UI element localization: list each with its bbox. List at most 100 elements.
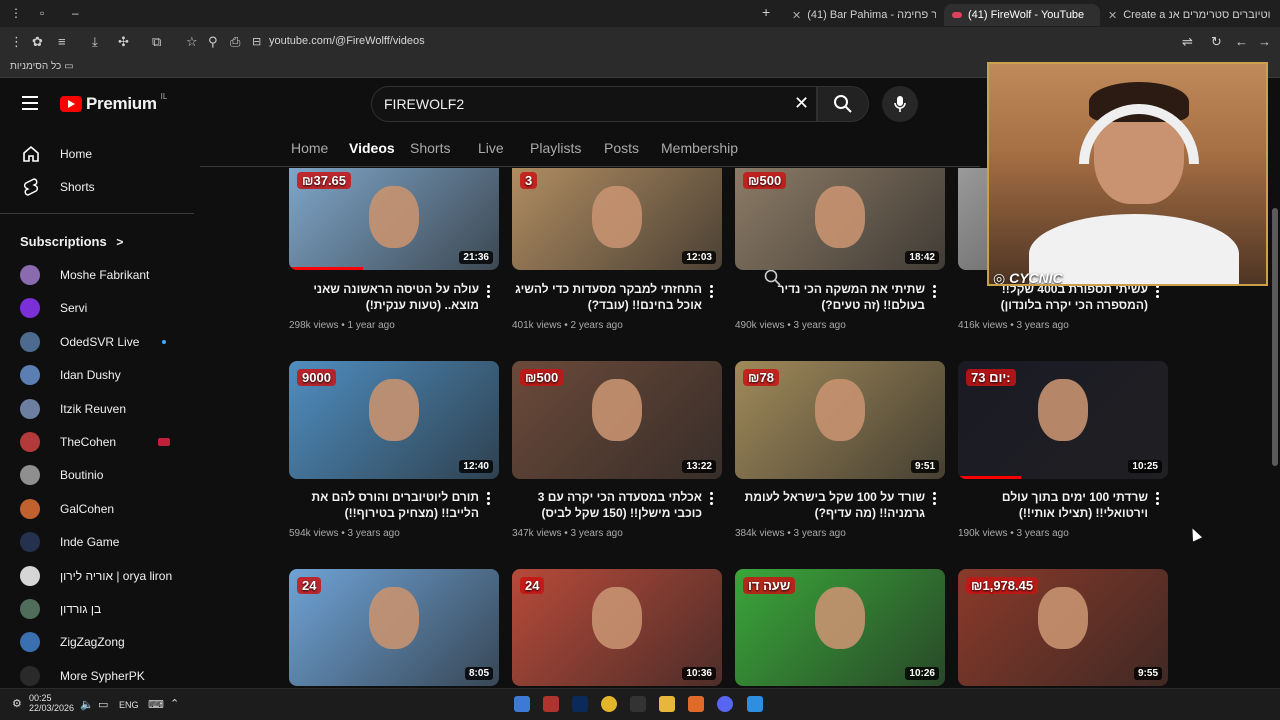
- sidebar-subscription-item[interactable]: בן גורדון: [0, 592, 200, 625]
- sidebar-subscription-item[interactable]: Boutinio: [0, 458, 200, 491]
- forward-icon[interactable]: →: [1258, 34, 1271, 49]
- discord-app-icon[interactable]: [717, 696, 733, 712]
- video-thumbnail[interactable]: ₪1,978.45 9:55: [958, 569, 1168, 686]
- orange-app-icon[interactable]: [688, 696, 704, 712]
- video-metadata: 298k views • 1 year ago: [289, 320, 395, 331]
- video-thumbnail[interactable]: ₪37.65 21:36: [289, 168, 499, 270]
- more-options-icon[interactable]: [487, 285, 491, 300]
- video-thumbnail[interactable]: ₪78 9:51: [735, 361, 945, 479]
- video-thumbnail[interactable]: ₪500 13:22: [512, 361, 722, 479]
- install-icon[interactable]: ⎙: [230, 34, 240, 50]
- video-thumbnail[interactable]: יום 73: 10:25: [958, 361, 1168, 479]
- all-bookmarks[interactable]: כל הסימניות ▭: [10, 61, 74, 72]
- sidebar-subscription-item[interactable]: Idan Dushy: [0, 358, 200, 391]
- more-options-icon[interactable]: [933, 285, 937, 300]
- game-app-icon[interactable]: [543, 696, 559, 712]
- youtube-logo[interactable]: Premium IL: [60, 92, 167, 114]
- photoshop-app-icon[interactable]: [572, 696, 588, 712]
- sidebar-subscription-item[interactable]: Inde Game: [0, 525, 200, 558]
- address-bar[interactable]: youtube.com/@FireWolff/videos: [269, 35, 425, 47]
- clear-search-icon[interactable]: ✕: [794, 93, 809, 114]
- volume-icon[interactable]: 🔈: [80, 698, 94, 711]
- browser-tab[interactable]: ✕ Create a יוטיוברים סטרימרים אנ: [1100, 4, 1270, 26]
- restore-icon[interactable]: ▫: [40, 6, 44, 20]
- video-views: 298k views: [289, 320, 339, 331]
- search-page-icon[interactable]: ⚲: [208, 34, 218, 50]
- chevron-up-icon[interactable]: ⌃: [170, 697, 179, 710]
- search-input[interactable]: FIREWOLF2: [371, 86, 817, 122]
- video-title[interactable]: תורם ליוטיוברים והורס להם את הלייב!! (מצ…: [289, 489, 479, 521]
- browser-tab-active[interactable]: (41) FireWolf - YouTube: [944, 4, 1100, 26]
- video-title[interactable]: שרדתי 100 ימים בתוך עולם וירטואלי!! (תצי…: [958, 489, 1148, 521]
- language-indicator[interactable]: ENG: [119, 700, 139, 710]
- sidebar-icon[interactable]: ≡: [58, 34, 66, 49]
- reload-icon[interactable]: ↻: [1211, 34, 1222, 50]
- sidebar-subscription-item[interactable]: Servi: [0, 291, 200, 324]
- page-scrollbar[interactable]: [1270, 80, 1280, 686]
- tab-live[interactable]: Live: [478, 140, 504, 156]
- search-button[interactable]: [817, 86, 869, 122]
- voice-search-button[interactable]: [882, 86, 918, 122]
- file-explorer-app-icon[interactable]: [659, 696, 675, 712]
- sidebar-subscription-item[interactable]: OdedSVR Live: [0, 325, 200, 358]
- video-title[interactable]: שורד על 100 שקל בישראל לעומת גרמניה!! (מ…: [735, 489, 925, 521]
- more-icon[interactable]: ⋮: [10, 34, 23, 50]
- windows-start-icon[interactable]: [747, 696, 763, 712]
- bookmark-star-icon[interactable]: ☆: [186, 34, 198, 50]
- video-title[interactable]: שתיתי את המשקה הכי נדיר בעולם!! (זה טעים…: [735, 281, 925, 313]
- video-thumbnail[interactable]: שעה דו 10:26: [735, 569, 945, 686]
- subscriptions-heading[interactable]: Subscriptions >: [20, 234, 123, 249]
- video-title[interactable]: התחזתי למבקר מסעדות כדי להשיג אוכל בחינם…: [512, 281, 702, 313]
- more-options-icon[interactable]: [487, 492, 491, 507]
- tab-posts[interactable]: Posts: [604, 140, 639, 156]
- hamburger-menu-icon[interactable]: [22, 96, 38, 110]
- share-icon[interactable]: ⧉: [152, 34, 161, 50]
- sidebar-subscription-item[interactable]: GalCohen: [0, 492, 200, 525]
- video-title[interactable]: אכלתי במסעדה הכי יקרה עם 3 כוכבי מישלן!!…: [512, 489, 702, 521]
- more-options-icon[interactable]: [710, 285, 714, 300]
- sidebar-subscription-item[interactable]: TheCohen: [0, 425, 200, 458]
- epic-games-app-icon[interactable]: [630, 696, 646, 712]
- more-options-icon[interactable]: [1156, 285, 1160, 300]
- video-title[interactable]: עולה על הטיסה הראשונה שאני מוצא.. (טעות …: [289, 281, 479, 313]
- tab-videos[interactable]: Videos: [349, 140, 395, 156]
- browser-tab[interactable]: ✕ (41) Bar Pahima - בר פחימה - Yo: [784, 4, 936, 26]
- chrome-app-icon[interactable]: [601, 696, 617, 712]
- download-icon[interactable]: ⤓: [92, 34, 98, 50]
- notepad-app-icon[interactable]: [514, 696, 530, 712]
- sidebar-item-shorts[interactable]: Shorts: [0, 170, 200, 204]
- sidebar-subscription-item[interactable]: אוריה לירון | orya liron: [0, 559, 200, 592]
- browser-menu-icon[interactable]: ⋮: [10, 6, 22, 20]
- network-icon[interactable]: ▭: [98, 698, 108, 711]
- sidebar-subscription-item[interactable]: Itzik Reuven: [0, 392, 200, 425]
- extension-icon[interactable]: ✿: [32, 34, 43, 50]
- more-options-icon[interactable]: [933, 492, 937, 507]
- video-thumbnail[interactable]: ₪500 18:42: [735, 168, 945, 270]
- scrollbar-thumb[interactable]: [1272, 208, 1278, 466]
- video-thumbnail[interactable]: 24 10:36: [512, 569, 722, 686]
- sidebar-subscription-item[interactable]: ZigZagZong: [0, 625, 200, 658]
- video-thumbnail[interactable]: 9000 12:40: [289, 361, 499, 479]
- more-options-icon[interactable]: [1156, 492, 1160, 507]
- tab-playlists[interactable]: Playlists: [530, 140, 581, 156]
- sidebar-subscription-item[interactable]: Moshe Fabrikant: [0, 258, 200, 291]
- tab-membership[interactable]: Membership: [661, 140, 738, 156]
- tune-icon[interactable]: ⇌: [1182, 34, 1193, 50]
- back-icon[interactable]: ←: [1235, 34, 1248, 49]
- new-tab-icon[interactable]: +: [762, 4, 770, 20]
- keyboard-icon[interactable]: ⌨: [148, 698, 164, 711]
- minimize-icon[interactable]: –: [72, 6, 79, 20]
- close-tab-icon[interactable]: ✕: [1108, 9, 1117, 22]
- tab-home[interactable]: Home: [291, 140, 328, 156]
- video-thumbnail[interactable]: 3 12:03: [512, 168, 722, 270]
- more-options-icon[interactable]: [710, 492, 714, 507]
- tab-shorts[interactable]: Shorts: [410, 140, 450, 156]
- close-tab-icon[interactable]: ✕: [792, 9, 801, 22]
- sidebar-subscription-item[interactable]: More SypherPK: [0, 659, 200, 692]
- thumbnail-overlay-text: ₪1,978.45: [966, 577, 1039, 594]
- puzzle-icon[interactable]: ✣: [118, 34, 129, 50]
- site-info-icon[interactable]: ⊟: [252, 35, 261, 48]
- notification-icon[interactable]: ⚙: [12, 697, 22, 710]
- system-clock[interactable]: 00:25 22/03/2026: [29, 693, 74, 713]
- video-thumbnail[interactable]: 24 8:05: [289, 569, 499, 686]
